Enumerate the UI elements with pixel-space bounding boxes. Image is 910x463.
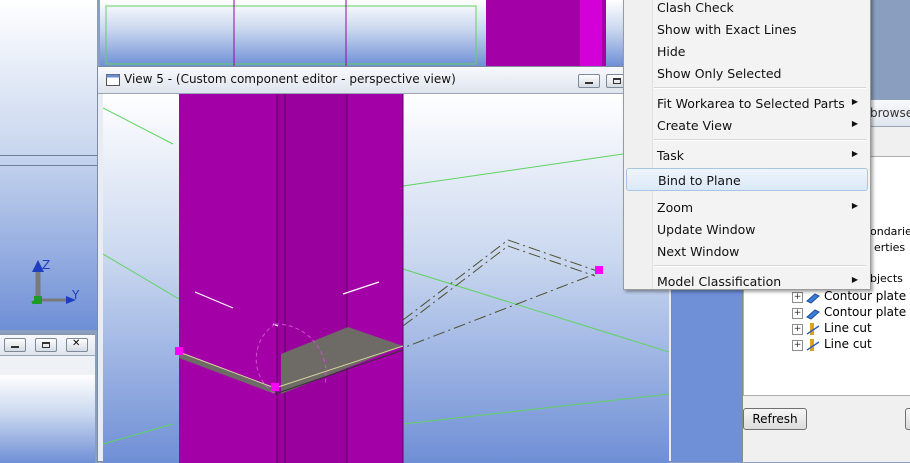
menu-item-show-only-selected[interactable]: Show Only Selected bbox=[626, 63, 868, 85]
menu-item-update-window[interactable]: Update Window bbox=[626, 219, 868, 241]
line-cut-icon bbox=[806, 339, 820, 351]
menu-item-hide[interactable]: Hide bbox=[626, 41, 868, 63]
contour-plate-icon bbox=[806, 309, 820, 320]
background-view-drawing bbox=[105, 0, 606, 66]
refresh-button[interactable]: Refresh bbox=[743, 408, 807, 430]
menu-item-next-window[interactable]: Next Window bbox=[626, 241, 868, 263]
view5-title: View 5 - (Custom component editor - pers… bbox=[124, 72, 456, 86]
axis-z-label: Z bbox=[42, 258, 51, 272]
close-button[interactable] bbox=[66, 338, 88, 352]
menu-item-task[interactable]: Task ▶ bbox=[626, 145, 868, 167]
menu-item-zoom[interactable]: Zoom ▶ bbox=[626, 197, 868, 219]
expand-icon[interactable]: + bbox=[792, 324, 803, 335]
submenu-arrow-icon: ▶ bbox=[851, 119, 858, 128]
tree-partial-label: ondarie bbox=[870, 225, 910, 238]
partial-button[interactable] bbox=[905, 408, 910, 430]
menu-item-create-view[interactable]: Create View ▶ bbox=[626, 115, 868, 137]
menu-separator bbox=[654, 265, 866, 267]
window-icon bbox=[106, 74, 120, 86]
tree-partial-label: erties bbox=[874, 241, 906, 254]
minimized-view-canvas[interactable] bbox=[0, 375, 95, 463]
line-cut-icon bbox=[806, 323, 820, 335]
minimized-view-titlebar[interactable] bbox=[0, 335, 95, 356]
menu-item-model-classification[interactable]: Model Classification ▶ bbox=[626, 271, 868, 293]
view5-window[interactable]: View 5 - (Custom component editor - pers… bbox=[97, 66, 672, 463]
menu-item-clash-check[interactable]: Clash Check bbox=[626, 0, 868, 19]
minimized-view-window[interactable] bbox=[0, 334, 95, 463]
menu-item-fit-workarea[interactable]: Fit Workarea to Selected Parts ▶ bbox=[626, 93, 868, 115]
submenu-arrow-icon: ▶ bbox=[851, 275, 858, 284]
submenu-arrow-icon: ▶ bbox=[851, 149, 858, 158]
expand-icon[interactable]: + bbox=[792, 308, 803, 319]
viewport-divider bbox=[0, 165, 97, 166]
expand-icon[interactable]: + bbox=[792, 292, 803, 303]
submenu-arrow-icon: ▶ bbox=[851, 97, 858, 106]
context-menu[interactable]: Clash Check Show with Exact Lines Hide S… bbox=[623, 0, 871, 290]
minimize-button[interactable] bbox=[578, 74, 600, 88]
menu-separator bbox=[654, 87, 866, 89]
viewport-divider bbox=[0, 155, 97, 156]
axis-y-label: Y bbox=[72, 288, 80, 302]
view5-titlebar[interactable]: View 5 - (Custom component editor - pers… bbox=[98, 67, 671, 94]
expand-icon[interactable]: + bbox=[792, 340, 803, 351]
minimize-button[interactable] bbox=[4, 338, 26, 352]
menu-separator bbox=[654, 139, 866, 141]
model-drawing bbox=[103, 94, 669, 463]
maximize-button[interactable] bbox=[35, 338, 57, 352]
menu-item-show-with-exact-lines[interactable]: Show with Exact Lines bbox=[626, 19, 868, 41]
browser-panel-title: browse bbox=[870, 106, 910, 120]
tree-partial-label: bjects bbox=[870, 272, 903, 285]
menu-item-bind-to-plane[interactable]: Bind to Plane bbox=[626, 168, 868, 191]
submenu-arrow-icon: ▶ bbox=[851, 201, 858, 210]
